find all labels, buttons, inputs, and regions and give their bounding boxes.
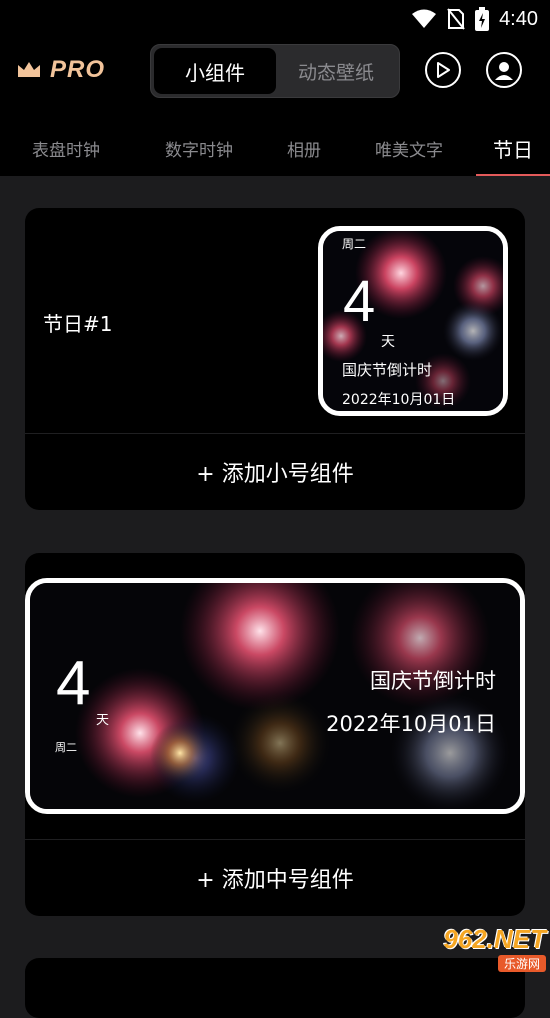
status-bar: 4:40	[0, 0, 550, 38]
segment-widgets[interactable]: 小组件	[154, 48, 276, 94]
site-watermark: 962.NET 乐游网	[406, 924, 546, 972]
pro-label: PRO	[50, 56, 106, 83]
tab-album[interactable]: 相册	[266, 120, 342, 176]
no-sim-icon	[447, 8, 465, 30]
tab-digital-clock[interactable]: 数字时钟	[132, 120, 266, 176]
widget-weekday: 周二	[342, 237, 367, 251]
user-icon	[495, 62, 513, 80]
tab-quote-text[interactable]: 唯美文字	[342, 120, 476, 176]
app-header: PRO 小组件 动态壁纸 表盘时钟 数字时钟 相册 唯美文字 节日	[0, 38, 550, 176]
wifi-icon	[412, 9, 437, 28]
widget-day-unit: 天	[381, 334, 395, 350]
widget-card-small: 节日#1 周二 4 天 国庆节倒计时 2022年10月01日 + 添加小号组件	[25, 208, 525, 510]
medium-widget-preview[interactable]: 4 天 周二 国庆节倒计时 2022年10月01日	[25, 578, 525, 814]
pro-badge[interactable]: PRO	[16, 56, 105, 84]
add-small-widget-button[interactable]: + 添加小号组件	[25, 434, 525, 510]
widget-day-count: 4	[56, 649, 91, 718]
play-icon	[437, 62, 450, 78]
card-title: 节日#1	[43, 312, 113, 336]
profile-button[interactable]	[486, 52, 522, 88]
tab-dial-clock[interactable]: 表盘时钟	[0, 120, 132, 176]
widget-day-count: 4	[343, 269, 376, 334]
active-tab-indicator	[476, 174, 550, 176]
widget-card-medium: 4 天 周二 国庆节倒计时 2022年10月01日 + 添加中号组件	[25, 553, 525, 916]
status-time: 4:40	[499, 7, 538, 30]
widget-holiday-date: 2022年10月01日	[342, 392, 456, 408]
watermark-caption: 乐游网	[497, 955, 546, 972]
small-widget-preview[interactable]: 周二 4 天 国庆节倒计时 2022年10月01日	[318, 226, 508, 416]
widget-holiday-name: 国庆节倒计时	[370, 669, 496, 693]
widget-weekday: 周二	[55, 741, 77, 754]
play-button[interactable]	[425, 52, 461, 88]
category-tabs: 表盘时钟 数字时钟 相册 唯美文字 节日	[0, 120, 550, 176]
status-icons: 4:40	[411, 6, 538, 32]
tab-festival[interactable]: 节日	[476, 120, 550, 176]
widget-day-unit: 天	[96, 713, 110, 728]
widget-holiday-name: 国庆节倒计时	[342, 361, 433, 379]
battery-charging-icon	[475, 7, 490, 31]
segment-live-wallpaper[interactable]: 动态壁纸	[276, 48, 396, 94]
watermark-logo: 962.NET	[443, 924, 546, 954]
mode-segmented-control: 小组件 动态壁纸	[150, 44, 400, 98]
fireworks-image	[30, 583, 520, 809]
crown-icon	[18, 62, 40, 77]
widget-holiday-date: 2022年10月01日	[326, 712, 496, 736]
add-medium-widget-button[interactable]: + 添加中号组件	[25, 840, 525, 916]
